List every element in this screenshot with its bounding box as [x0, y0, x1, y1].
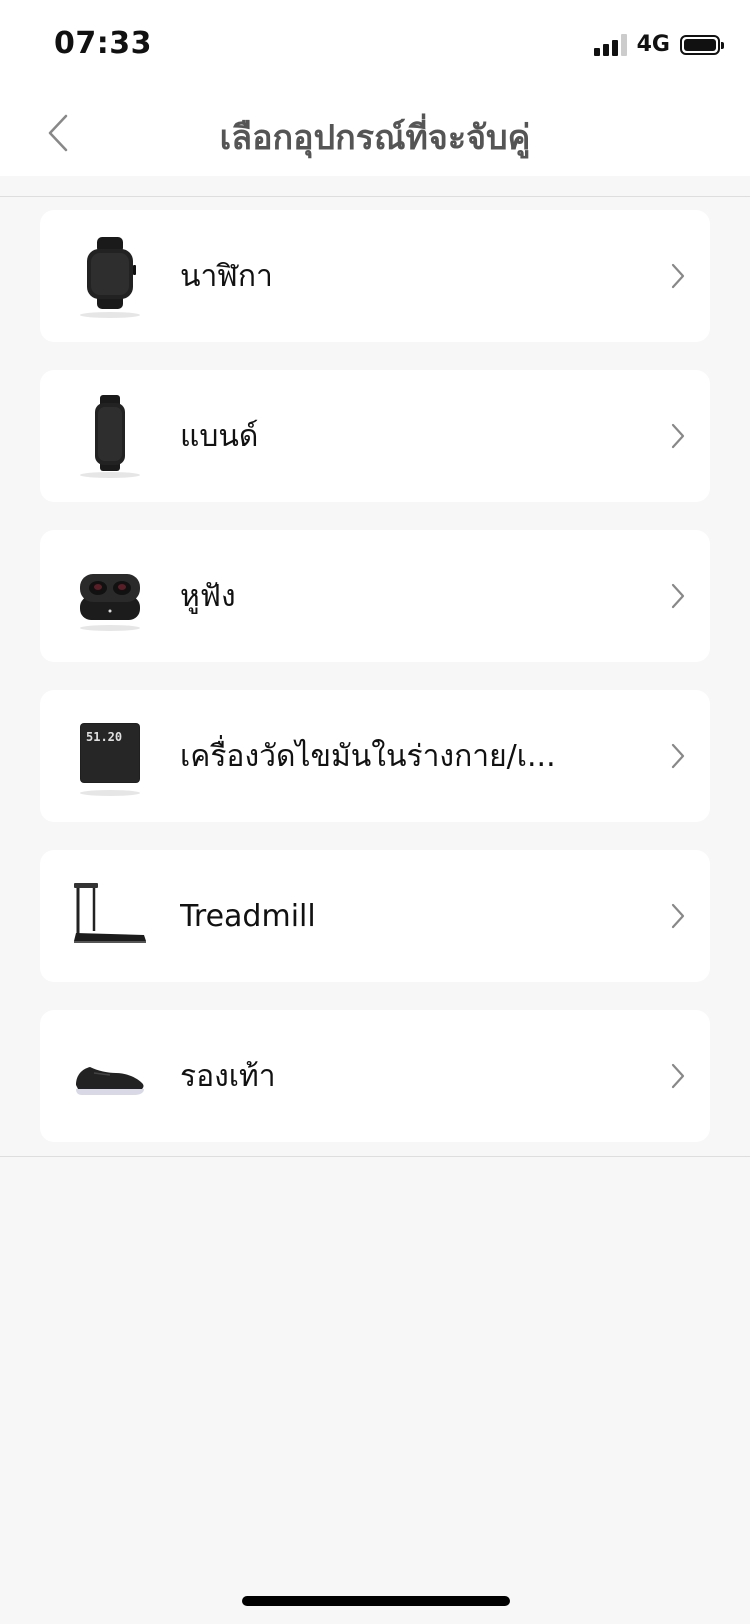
device-item-band[interactable]: แบนด์ [40, 370, 710, 502]
network-type: 4G [636, 32, 670, 57]
device-label: แบนด์ [180, 418, 259, 454]
earbuds-icon [40, 530, 180, 662]
device-label: หูฟัง [180, 578, 236, 614]
divider [0, 1156, 750, 1157]
chevron-right-icon [671, 583, 685, 609]
device-label: Treadmill [180, 898, 316, 934]
device-item-scale[interactable]: 51.20 เครื่องวัดไขมันในร่างกาย/เ... [40, 690, 710, 822]
status-bar: 07:33 4G [0, 0, 750, 90]
scale-display: 51.20 [86, 730, 122, 744]
nav-bar: เลือกอุปกรณ์ที่จะจับคู่ [0, 90, 750, 176]
device-item-earbuds[interactable]: หูฟัง [40, 530, 710, 662]
device-list: นาฬิกา แบนด์ หูฟัง 51.20 เครื่องวัดไขมัน… [40, 210, 710, 1170]
chevron-right-icon [671, 263, 685, 289]
treadmill-icon [40, 850, 180, 982]
battery-icon [680, 34, 724, 55]
device-item-watch[interactable]: นาฬิกา [40, 210, 710, 342]
band-icon [40, 370, 180, 502]
signal-icon [593, 33, 627, 56]
chevron-right-icon [671, 423, 685, 449]
watch-icon [40, 210, 180, 342]
page-title: เลือกอุปกรณ์ที่จะจับคู่ [219, 118, 531, 158]
divider [0, 196, 750, 197]
status-indicators: 4G [593, 32, 724, 57]
chevron-right-icon [671, 743, 685, 769]
status-time: 07:33 [54, 26, 152, 61]
device-item-treadmill[interactable]: Treadmill [40, 850, 710, 982]
device-item-shoe[interactable]: รองเท้า [40, 1010, 710, 1142]
scale-icon: 51.20 [40, 690, 180, 822]
chevron-right-icon [671, 1063, 685, 1089]
device-label: รองเท้า [180, 1058, 276, 1094]
home-indicator[interactable] [242, 1596, 510, 1606]
device-label: นาฬิกา [180, 258, 273, 294]
shoe-icon [40, 1010, 180, 1142]
chevron-right-icon [671, 903, 685, 929]
device-label: เครื่องวัดไขมันในร่างกาย/เ... [180, 738, 556, 774]
